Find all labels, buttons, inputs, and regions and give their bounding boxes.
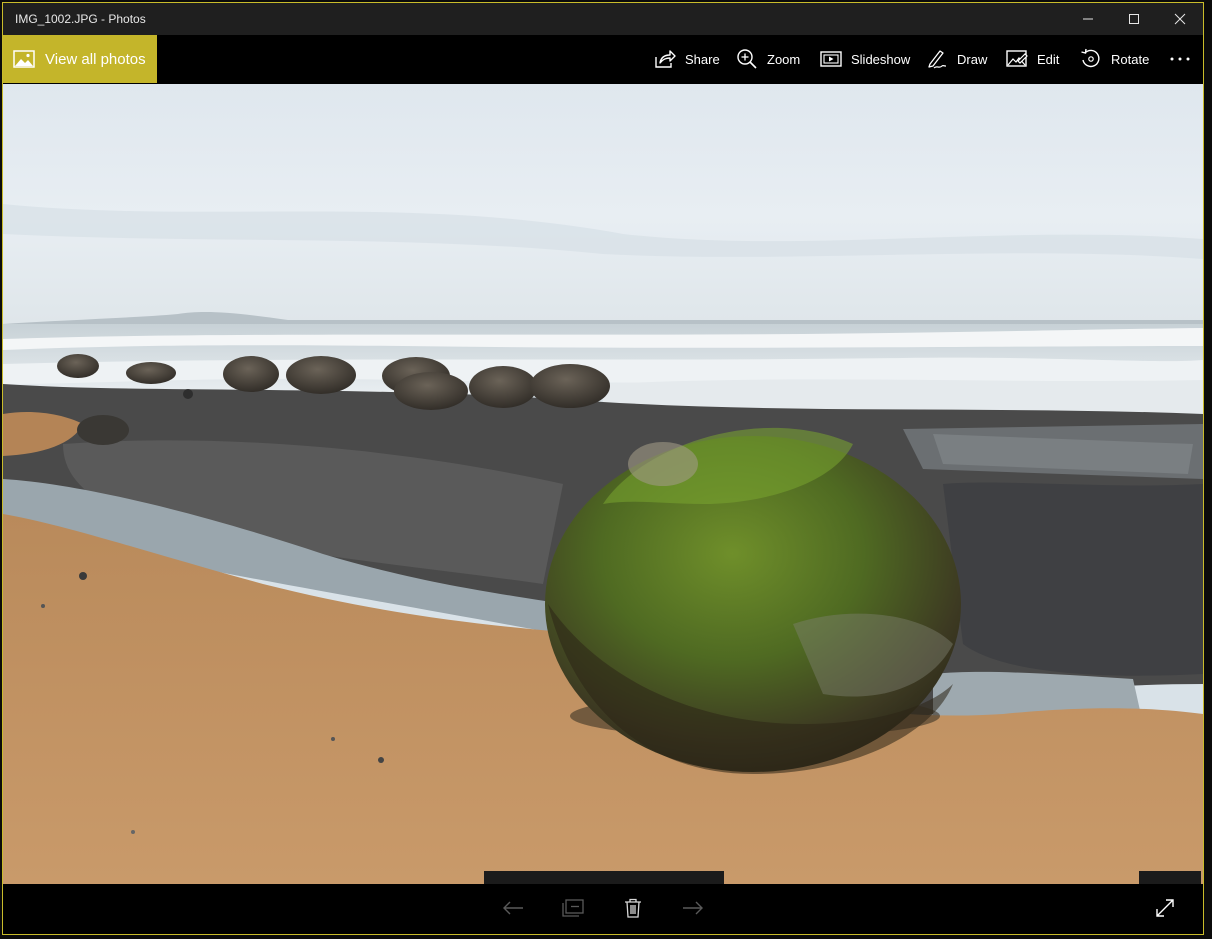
view-all-photos-label: View all photos xyxy=(45,50,146,68)
share-button[interactable]: Share xyxy=(654,35,720,83)
next-arrow-icon xyxy=(683,901,703,915)
minimize-icon xyxy=(1083,18,1093,20)
maximize-icon xyxy=(1129,14,1139,24)
bottom-bar xyxy=(3,884,1203,934)
close-button[interactable] xyxy=(1157,3,1203,35)
draw-button[interactable]: Draw xyxy=(926,35,987,83)
edit-button[interactable]: Edit xyxy=(1006,35,1059,83)
more-icon xyxy=(1170,57,1190,61)
add-to-album-button[interactable] xyxy=(553,888,593,928)
filmstrip-tab[interactable] xyxy=(484,871,724,884)
previous-button[interactable] xyxy=(493,888,533,928)
fullscreen-button[interactable] xyxy=(1145,888,1185,928)
draw-label: Draw xyxy=(957,51,988,67)
slideshow-button[interactable]: Slideshow xyxy=(820,35,910,83)
view-all-photos-button[interactable]: View all photos xyxy=(3,35,157,83)
photo-icon xyxy=(13,50,35,68)
fullscreen-icon xyxy=(1156,899,1174,917)
more-options-button[interactable] xyxy=(1167,35,1193,83)
minimize-button[interactable] xyxy=(1065,3,1111,35)
zoom-label: Zoom xyxy=(767,51,801,67)
next-button[interactable] xyxy=(673,888,713,928)
edit-label: Edit xyxy=(1037,51,1060,67)
rotate-button[interactable]: Rotate xyxy=(1080,35,1149,83)
delete-button[interactable] xyxy=(613,888,653,928)
toolbar: View all photos Share Zoom Slideshow Dra xyxy=(3,35,1203,84)
share-icon xyxy=(654,49,676,69)
zoom-icon xyxy=(736,48,758,70)
corner-tab[interactable] xyxy=(1139,871,1201,884)
beach-boulders-photo xyxy=(3,84,1203,884)
edit-icon xyxy=(1006,49,1028,69)
rotate-label: Rotate xyxy=(1111,51,1150,67)
rotate-icon xyxy=(1080,48,1102,70)
share-label: Share xyxy=(685,51,720,67)
title-bar: IMG_1002.JPG - Photos xyxy=(3,3,1203,35)
maximize-button[interactable] xyxy=(1111,3,1157,35)
window-title: IMG_1002.JPG - Photos xyxy=(15,12,146,26)
add-to-album-icon xyxy=(562,899,584,917)
delete-icon xyxy=(625,898,641,918)
photos-app-window: IMG_1002.JPG - Photos View all photos Sh… xyxy=(2,2,1204,935)
zoom-button[interactable]: Zoom xyxy=(736,35,800,83)
slideshow-icon xyxy=(820,50,842,68)
previous-arrow-icon xyxy=(503,901,523,915)
draw-icon xyxy=(926,48,948,70)
photo-viewer[interactable] xyxy=(3,84,1203,884)
close-icon xyxy=(1174,13,1186,25)
slideshow-label: Slideshow xyxy=(851,51,911,67)
